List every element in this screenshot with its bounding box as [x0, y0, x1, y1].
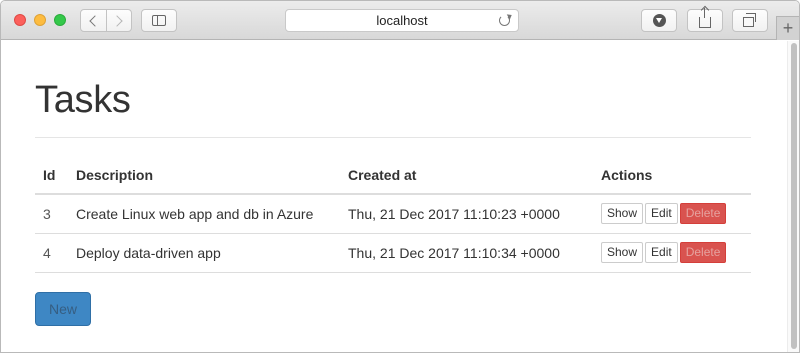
task-description: Deploy data-driven app [68, 233, 340, 273]
forward-button[interactable] [105, 10, 131, 31]
task-description: Create Linux web app and db in Azure [68, 194, 340, 234]
maximize-window-button[interactable] [54, 14, 66, 26]
table-row: 3 Create Linux web app and db in Azure T… [35, 194, 751, 234]
address-text: localhost [376, 13, 428, 28]
task-actions: Show Edit Delete [593, 233, 751, 273]
forward-icon [111, 14, 124, 27]
task-actions: Show Edit Delete [593, 194, 751, 234]
delete-button[interactable]: Delete [679, 242, 727, 263]
reload-icon[interactable] [499, 15, 510, 26]
tabs-icon [743, 13, 756, 27]
page-title: Tasks [35, 79, 131, 121]
delete-button[interactable]: Delete [679, 203, 727, 225]
back-button[interactable] [81, 10, 106, 31]
task-created-at: Thu, 21 Dec 2017 11:10:23 +0000 [340, 194, 593, 234]
download-icon [652, 14, 666, 27]
table-row: 4 Deploy data-driven app Thu, 21 Dec 201… [35, 233, 751, 273]
browser-toolbar: localhost + [1, 1, 799, 40]
back-icon [89, 14, 101, 27]
new-task-button[interactable]: New [35, 292, 91, 326]
edit-button[interactable]: Edit [645, 242, 678, 263]
sidebar-toggle-button[interactable] [141, 9, 177, 32]
close-window-button[interactable] [14, 14, 26, 26]
scrollbar-thumb[interactable] [791, 43, 797, 349]
vertical-scrollbar[interactable] [787, 41, 799, 352]
address-bar[interactable]: localhost [285, 9, 519, 32]
show-tabs-button[interactable] [732, 9, 768, 32]
navigation-buttons [80, 9, 132, 32]
downloads-button[interactable] [641, 9, 677, 32]
show-button[interactable]: Show [601, 203, 644, 225]
task-id: 3 [35, 194, 68, 234]
edit-button[interactable]: Edit [645, 203, 678, 225]
task-id: 4 [35, 233, 68, 273]
browser-window: localhost + Tasks Id Description Created… [0, 0, 800, 353]
share-icon [699, 8, 711, 28]
table-header-row: Id Description Created at Actions [35, 156, 751, 195]
tasks-table: Id Description Created at Actions 3 Crea… [35, 156, 751, 273]
header-created-at: Created at [340, 156, 593, 195]
header-description: Description [68, 156, 340, 195]
show-button[interactable]: Show [601, 242, 644, 263]
new-tab-button[interactable]: + [776, 16, 799, 40]
header-id: Id [35, 156, 68, 195]
title-divider [35, 137, 751, 138]
share-button[interactable] [687, 8, 723, 32]
page-viewport: Tasks Id Description Created at Actions … [1, 41, 789, 352]
sidebar-icon [152, 15, 166, 26]
minimize-window-button[interactable] [34, 14, 46, 26]
task-created-at: Thu, 21 Dec 2017 11:10:34 +0000 [340, 233, 593, 273]
new-tab-icon: + [782, 18, 794, 38]
header-actions: Actions [593, 156, 751, 195]
